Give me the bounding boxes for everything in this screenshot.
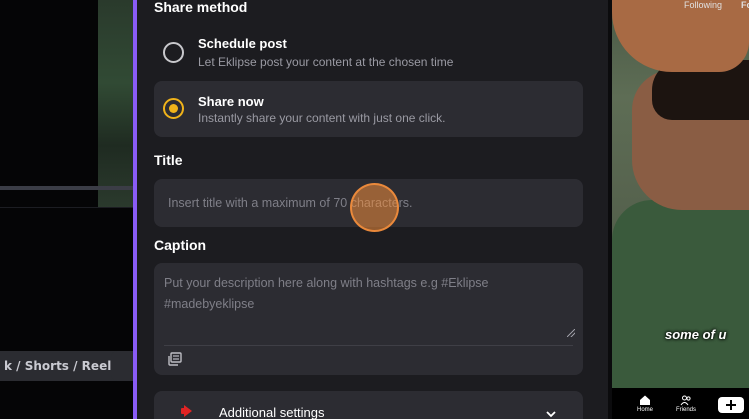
- additional-settings-toggle[interactable]: Additional settings: [154, 391, 583, 419]
- hashtag-library-icon[interactable]: [168, 351, 182, 366]
- additional-settings-label: Additional settings: [219, 405, 325, 419]
- caption-divider: [164, 345, 573, 346]
- resize-grip-icon[interactable]: [567, 329, 575, 337]
- option-title: Schedule post: [198, 36, 287, 51]
- option-title: Share now: [198, 94, 264, 109]
- option-share-now[interactable]: Share now Instantly share your content w…: [154, 81, 583, 137]
- share-method-label: Share method: [154, 0, 248, 15]
- preview-hat: [612, 0, 749, 72]
- caption-overlay: some of u: [665, 327, 727, 342]
- caption-label: Caption: [154, 237, 207, 253]
- preview-tabbar: Home Friends: [612, 388, 749, 419]
- tab-label: Friends: [675, 407, 696, 413]
- tab-following[interactable]: Following: [684, 0, 722, 10]
- schedule-radio[interactable]: [163, 42, 184, 63]
- caption-textarea[interactable]: [164, 273, 569, 337]
- share-now-radio[interactable]: [163, 98, 184, 119]
- option-schedule-post[interactable]: Schedule post Let Eklipse post your cont…: [154, 25, 583, 81]
- timeline-track[interactable]: [0, 186, 136, 190]
- tab-label: Home: [636, 407, 653, 413]
- tab-home[interactable]: Home: [630, 394, 660, 413]
- youtube-icon: [179, 403, 195, 419]
- divider: [0, 207, 136, 208]
- app-stage: k / Shorts / Reels Share method Schedule…: [0, 0, 749, 419]
- format-chip[interactable]: k / Shorts / Reels: [0, 351, 129, 381]
- friends-icon: [680, 395, 691, 406]
- tab-friends[interactable]: Friends: [671, 394, 701, 413]
- option-description: Instantly share your content with just o…: [198, 111, 446, 125]
- preview-shirt: [612, 200, 749, 388]
- home-icon: [640, 395, 650, 405]
- option-description: Let Eklipse post your content at the cho…: [198, 55, 454, 69]
- plus-icon[interactable]: [718, 397, 744, 413]
- chevron-down-icon[interactable]: [545, 405, 557, 418]
- video-preview: Following Fo some of u: [612, 0, 749, 388]
- video-thumbnail: [98, 0, 136, 208]
- title-label: Title: [154, 152, 183, 168]
- caption-field[interactable]: [154, 263, 583, 375]
- tab-foryou[interactable]: Fo: [741, 0, 749, 10]
- click-indicator: [350, 183, 399, 232]
